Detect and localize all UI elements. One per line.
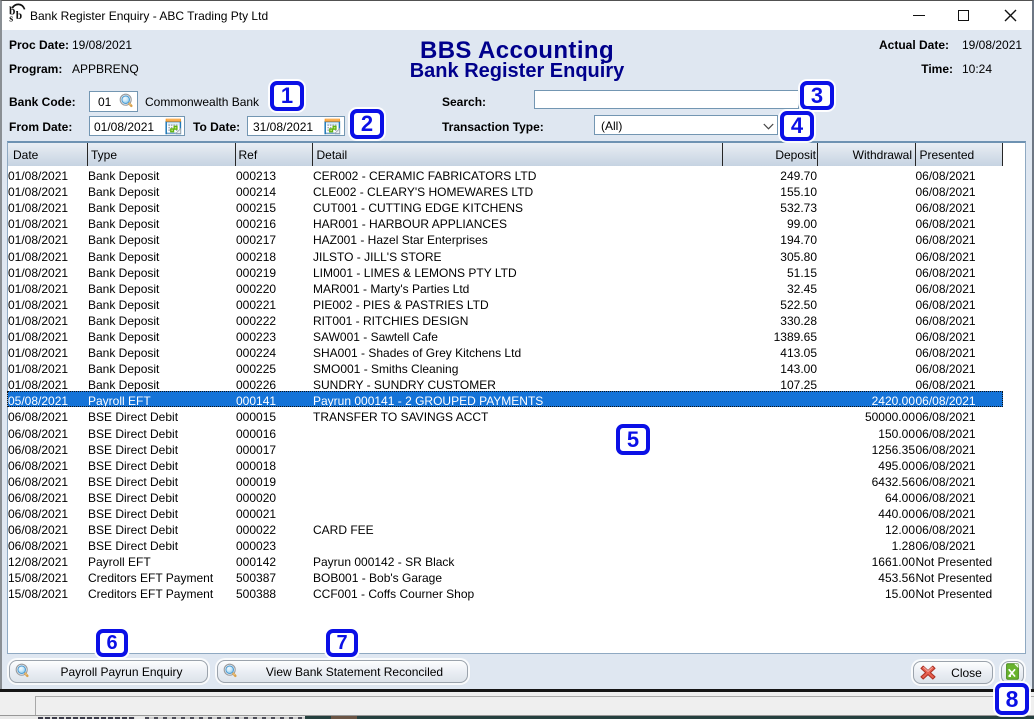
svg-text:s: s [9, 14, 13, 23]
svg-text:b: b [16, 10, 22, 22]
